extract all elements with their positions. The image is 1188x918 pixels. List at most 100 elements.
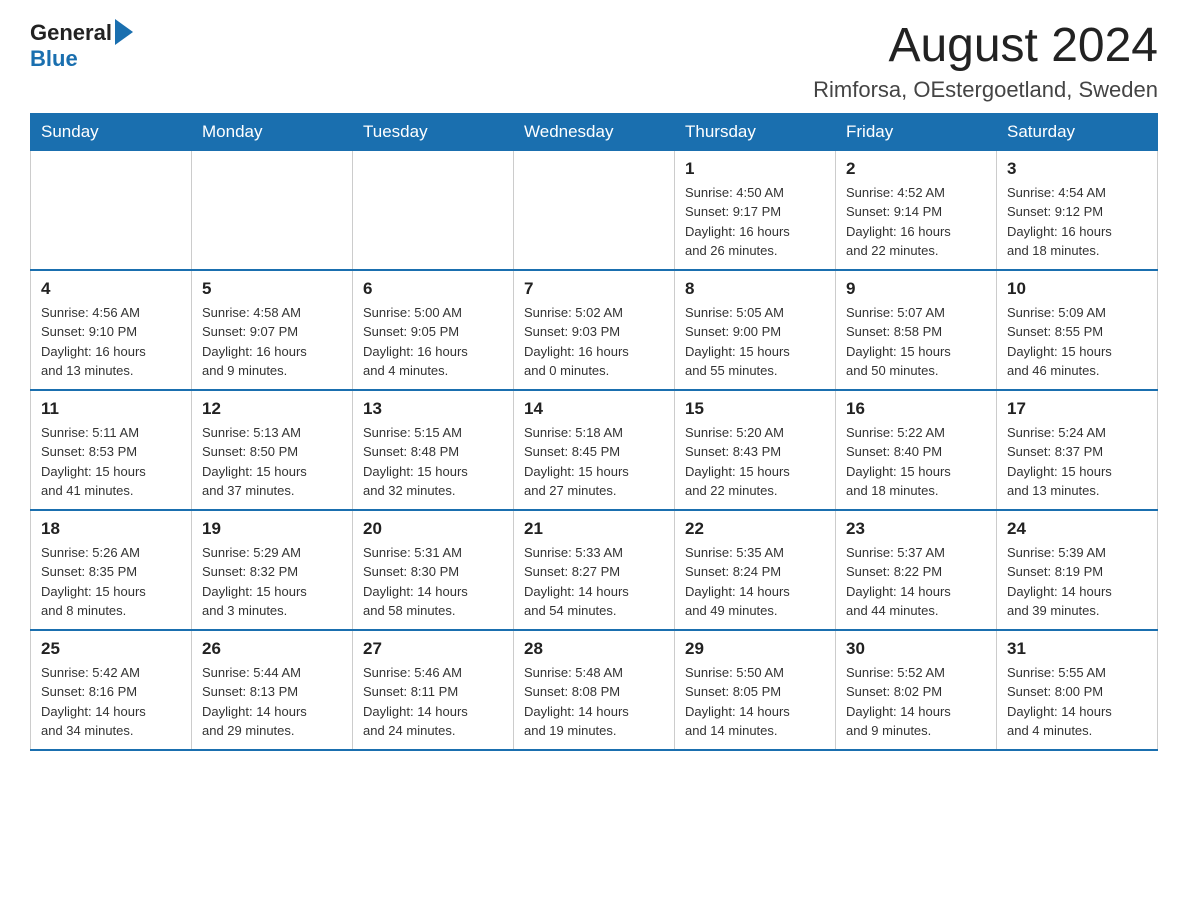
calendar-cell: 18Sunrise: 5:26 AM Sunset: 8:35 PM Dayli… bbox=[31, 510, 192, 630]
header-sunday: Sunday bbox=[31, 113, 192, 150]
calendar-body: 1Sunrise: 4:50 AM Sunset: 9:17 PM Daylig… bbox=[31, 150, 1158, 750]
day-info: Sunrise: 5:00 AM Sunset: 9:05 PM Dayligh… bbox=[363, 303, 503, 381]
day-info: Sunrise: 5:13 AM Sunset: 8:50 PM Dayligh… bbox=[202, 423, 342, 501]
logo-general-text: General bbox=[30, 20, 112, 46]
day-info: Sunrise: 5:46 AM Sunset: 8:11 PM Dayligh… bbox=[363, 663, 503, 741]
header-wednesday: Wednesday bbox=[514, 113, 675, 150]
day-number: 26 bbox=[202, 639, 342, 659]
day-info: Sunrise: 5:48 AM Sunset: 8:08 PM Dayligh… bbox=[524, 663, 664, 741]
week-row-1: 1Sunrise: 4:50 AM Sunset: 9:17 PM Daylig… bbox=[31, 150, 1158, 270]
day-info: Sunrise: 5:18 AM Sunset: 8:45 PM Dayligh… bbox=[524, 423, 664, 501]
day-number: 7 bbox=[524, 279, 664, 299]
day-number: 9 bbox=[846, 279, 986, 299]
day-number: 12 bbox=[202, 399, 342, 419]
calendar-cell: 30 Sunrise: 5:52 AM Sunset: 8:02 PM Dayli… bbox=[836, 630, 997, 750]
day-info: Sunrise: 5:07 AM Sunset: 8:58 PM Dayligh… bbox=[846, 303, 986, 381]
day-number: 20 bbox=[363, 519, 503, 539]
calendar-cell: 10 Sunrise: 5:09 AM Sunset: 8:55 PM Dayli… bbox=[997, 270, 1158, 390]
calendar-cell: 14Sunrise: 5:18 AM Sunset: 8:45 PM Dayli… bbox=[514, 390, 675, 510]
location-subtitle: Rimforsa, OEstergoetland, Sweden bbox=[813, 77, 1158, 103]
day-number: 2 bbox=[846, 159, 986, 179]
day-info: Sunrise: 4:54 AM Sunset: 9:12 PM Dayligh… bbox=[1007, 183, 1147, 261]
day-info: Sunrise: 5:44 AM Sunset: 8:13 PM Dayligh… bbox=[202, 663, 342, 741]
day-number: 4 bbox=[41, 279, 181, 299]
day-number: 3 bbox=[1007, 159, 1147, 179]
week-row-2: 4 Sunrise: 4:56 AM Sunset: 9:10 PM Daylig… bbox=[31, 270, 1158, 390]
day-info: Sunrise: 5:35 AM Sunset: 8:24 PM Dayligh… bbox=[685, 543, 825, 621]
day-number: 16 bbox=[846, 399, 986, 419]
day-info: Sunrise: 4:52 AM Sunset: 9:14 PM Dayligh… bbox=[846, 183, 986, 261]
calendar-cell: 2 Sunrise: 4:52 AM Sunset: 9:14 PM Daylig… bbox=[836, 150, 997, 270]
day-info: Sunrise: 5:52 AM Sunset: 8:02 PM Dayligh… bbox=[846, 663, 986, 741]
calendar-cell bbox=[192, 150, 353, 270]
day-info: Sunrise: 5:20 AM Sunset: 8:43 PM Dayligh… bbox=[685, 423, 825, 501]
calendar-cell: 9 Sunrise: 5:07 AM Sunset: 8:58 PM Daylig… bbox=[836, 270, 997, 390]
week-row-5: 25 Sunrise: 5:42 AM Sunset: 8:16 PM Dayli… bbox=[31, 630, 1158, 750]
day-number: 27 bbox=[363, 639, 503, 659]
calendar-cell bbox=[514, 150, 675, 270]
day-number: 18 bbox=[41, 519, 181, 539]
day-number: 30 bbox=[846, 639, 986, 659]
day-info: Sunrise: 5:15 AM Sunset: 8:48 PM Dayligh… bbox=[363, 423, 503, 501]
calendar-cell: 3 Sunrise: 4:54 AM Sunset: 9:12 PM Daylig… bbox=[997, 150, 1158, 270]
calendar-cell: 11Sunrise: 5:11 AM Sunset: 8:53 PM Dayli… bbox=[31, 390, 192, 510]
logo-arrow-icon bbox=[115, 19, 133, 45]
title-block: August 2024 Rimforsa, OEstergoetland, Sw… bbox=[813, 20, 1158, 103]
day-number: 23 bbox=[846, 519, 986, 539]
calendar-cell: 6 Sunrise: 5:00 AM Sunset: 9:05 PM Daylig… bbox=[353, 270, 514, 390]
day-info: Sunrise: 5:29 AM Sunset: 8:32 PM Dayligh… bbox=[202, 543, 342, 621]
calendar-cell: 16 Sunrise: 5:22 AM Sunset: 8:40 PM Dayli… bbox=[836, 390, 997, 510]
calendar-table: SundayMondayTuesdayWednesdayThursdayFrid… bbox=[30, 113, 1158, 751]
calendar-cell: 4 Sunrise: 4:56 AM Sunset: 9:10 PM Daylig… bbox=[31, 270, 192, 390]
header-monday: Monday bbox=[192, 113, 353, 150]
day-info: Sunrise: 5:33 AM Sunset: 8:27 PM Dayligh… bbox=[524, 543, 664, 621]
calendar-cell: 22Sunrise: 5:35 AM Sunset: 8:24 PM Dayli… bbox=[675, 510, 836, 630]
day-number: 13 bbox=[363, 399, 503, 419]
day-info: Sunrise: 5:37 AM Sunset: 8:22 PM Dayligh… bbox=[846, 543, 986, 621]
calendar-cell: 31Sunrise: 5:55 AM Sunset: 8:00 PM Dayli… bbox=[997, 630, 1158, 750]
calendar-cell: 23 Sunrise: 5:37 AM Sunset: 8:22 PM Dayli… bbox=[836, 510, 997, 630]
day-info: Sunrise: 5:42 AM Sunset: 8:16 PM Dayligh… bbox=[41, 663, 181, 741]
day-info: Sunrise: 4:56 AM Sunset: 9:10 PM Dayligh… bbox=[41, 303, 181, 381]
logo-blue-text: Blue bbox=[30, 46, 78, 72]
day-info: Sunrise: 5:39 AM Sunset: 8:19 PM Dayligh… bbox=[1007, 543, 1147, 621]
calendar-cell: 13 Sunrise: 5:15 AM Sunset: 8:48 PM Dayli… bbox=[353, 390, 514, 510]
day-number: 1 bbox=[685, 159, 825, 179]
day-number: 6 bbox=[363, 279, 503, 299]
week-row-3: 11Sunrise: 5:11 AM Sunset: 8:53 PM Dayli… bbox=[31, 390, 1158, 510]
calendar-cell: 20 Sunrise: 5:31 AM Sunset: 8:30 PM Dayli… bbox=[353, 510, 514, 630]
header-tuesday: Tuesday bbox=[353, 113, 514, 150]
day-info: Sunrise: 5:22 AM Sunset: 8:40 PM Dayligh… bbox=[846, 423, 986, 501]
calendar-cell: 12 Sunrise: 5:13 AM Sunset: 8:50 PM Dayli… bbox=[192, 390, 353, 510]
calendar-cell: 28 Sunrise: 5:48 AM Sunset: 8:08 PM Dayli… bbox=[514, 630, 675, 750]
page-header: General Blue August 2024 Rimforsa, OEste… bbox=[30, 20, 1158, 103]
day-number: 5 bbox=[202, 279, 342, 299]
calendar-cell: 25 Sunrise: 5:42 AM Sunset: 8:16 PM Dayli… bbox=[31, 630, 192, 750]
day-number: 10 bbox=[1007, 279, 1147, 299]
day-number: 28 bbox=[524, 639, 664, 659]
day-info: Sunrise: 4:58 AM Sunset: 9:07 PM Dayligh… bbox=[202, 303, 342, 381]
day-info: Sunrise: 5:09 AM Sunset: 8:55 PM Dayligh… bbox=[1007, 303, 1147, 381]
calendar-cell: 17Sunrise: 5:24 AM Sunset: 8:37 PM Dayli… bbox=[997, 390, 1158, 510]
day-info: Sunrise: 5:11 AM Sunset: 8:53 PM Dayligh… bbox=[41, 423, 181, 501]
day-number: 31 bbox=[1007, 639, 1147, 659]
day-number: 25 bbox=[41, 639, 181, 659]
day-info: Sunrise: 5:50 AM Sunset: 8:05 PM Dayligh… bbox=[685, 663, 825, 741]
day-info: Sunrise: 5:05 AM Sunset: 9:00 PM Dayligh… bbox=[685, 303, 825, 381]
header-row: SundayMondayTuesdayWednesdayThursdayFrid… bbox=[31, 113, 1158, 150]
calendar-cell: 7Sunrise: 5:02 AM Sunset: 9:03 PM Daylig… bbox=[514, 270, 675, 390]
calendar-cell: 26 Sunrise: 5:44 AM Sunset: 8:13 PM Dayli… bbox=[192, 630, 353, 750]
day-number: 15 bbox=[685, 399, 825, 419]
day-number: 8 bbox=[685, 279, 825, 299]
header-saturday: Saturday bbox=[997, 113, 1158, 150]
day-number: 21 bbox=[524, 519, 664, 539]
calendar-cell: 1Sunrise: 4:50 AM Sunset: 9:17 PM Daylig… bbox=[675, 150, 836, 270]
day-number: 24 bbox=[1007, 519, 1147, 539]
day-info: Sunrise: 5:31 AM Sunset: 8:30 PM Dayligh… bbox=[363, 543, 503, 621]
calendar-cell bbox=[353, 150, 514, 270]
month-year-title: August 2024 bbox=[813, 20, 1158, 73]
day-number: 19 bbox=[202, 519, 342, 539]
calendar-cell: 21 Sunrise: 5:33 AM Sunset: 8:27 PM Dayli… bbox=[514, 510, 675, 630]
calendar-cell: 15 Sunrise: 5:20 AM Sunset: 8:43 PM Dayli… bbox=[675, 390, 836, 510]
calendar-cell: 5 Sunrise: 4:58 AM Sunset: 9:07 PM Daylig… bbox=[192, 270, 353, 390]
